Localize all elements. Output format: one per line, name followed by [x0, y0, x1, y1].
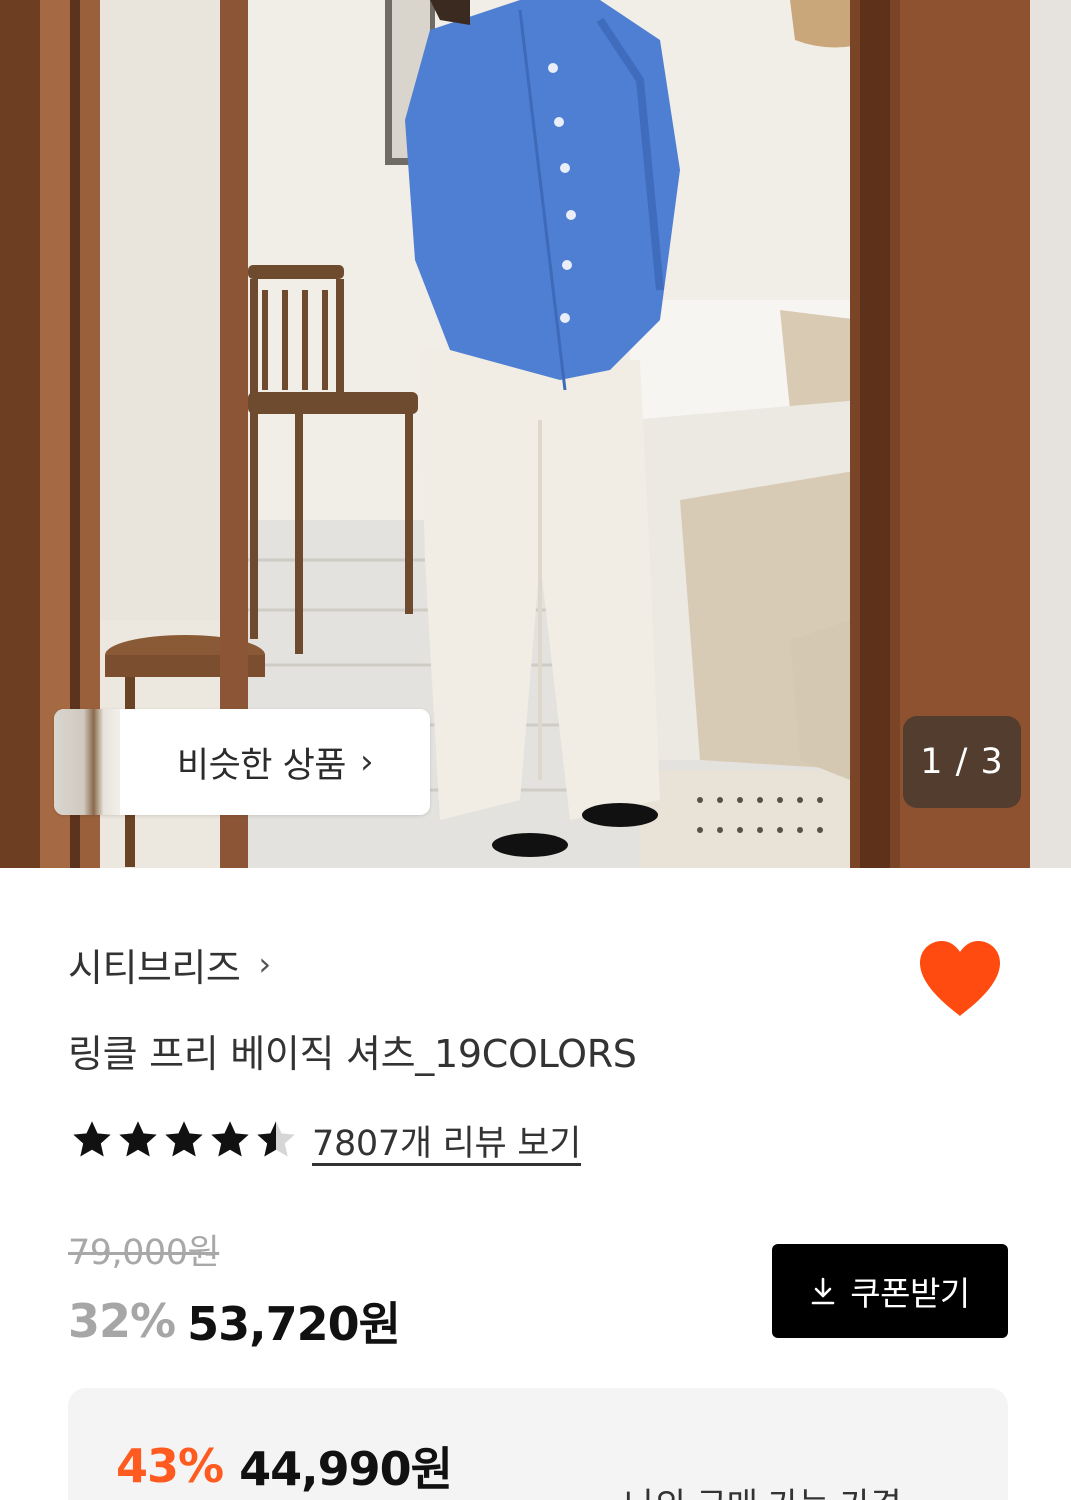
sale-price: 53,720원	[187, 1297, 401, 1351]
product-title: 링클 프리 베이직 셔츠_19COLORS	[68, 1031, 637, 1076]
heart-icon[interactable]	[916, 938, 1004, 1018]
image-counter: 1 / 3	[903, 716, 1021, 808]
discount-rate: 32%	[68, 1294, 176, 1348]
chevron-right-icon: ›	[360, 742, 374, 782]
star-icon	[211, 1121, 249, 1157]
product-detail-page: 비슷한 상품 › 1 / 3 시티브리즈 › 링클 프리 베이직 셔츠_19CO…	[0, 0, 1071, 1500]
star-icon	[165, 1121, 203, 1157]
benefit-price: 44,990원	[239, 1442, 453, 1496]
brand-link[interactable]: 시티브리즈 ›	[68, 934, 271, 994]
star-rating	[70, 1118, 298, 1162]
benefit-note: 나의 구매 가능 가격	[624, 1478, 902, 1500]
product-image-gallery[interactable]: 비슷한 상품 › 1 / 3	[0, 0, 1071, 868]
brand-name: 시티브리즈	[68, 945, 241, 990]
similar-products-label-row: 비슷한 상품 ›	[120, 737, 430, 788]
coupon-button-label: 쿠폰받기	[850, 1274, 970, 1313]
similar-products-button[interactable]: 비슷한 상품 ›	[54, 709, 430, 815]
original-price: 79,000원	[68, 1232, 220, 1273]
coupon-download-button[interactable]: 쿠폰받기	[772, 1244, 1008, 1338]
benefit-price-row: 43% 44,990원	[116, 1436, 453, 1496]
star-icon	[119, 1121, 157, 1157]
chevron-right-icon: ›	[258, 945, 271, 983]
similar-products-label: 비슷한 상품	[176, 745, 347, 786]
sale-price-row: 32% 53,720원	[68, 1290, 401, 1352]
rating-row: 7807개 리뷰 보기	[70, 1112, 581, 1168]
benefit-discount-rate: 43%	[116, 1439, 224, 1493]
download-icon	[811, 1277, 835, 1305]
similar-products-thumbnail	[54, 709, 120, 815]
benefit-price-box[interactable]: 43% 44,990원 나의 구매 가능 가격	[68, 1388, 1008, 1500]
star-half-icon	[257, 1121, 295, 1157]
star-icon	[73, 1121, 111, 1157]
review-link[interactable]: 7807개 리뷰 보기	[312, 1115, 581, 1166]
